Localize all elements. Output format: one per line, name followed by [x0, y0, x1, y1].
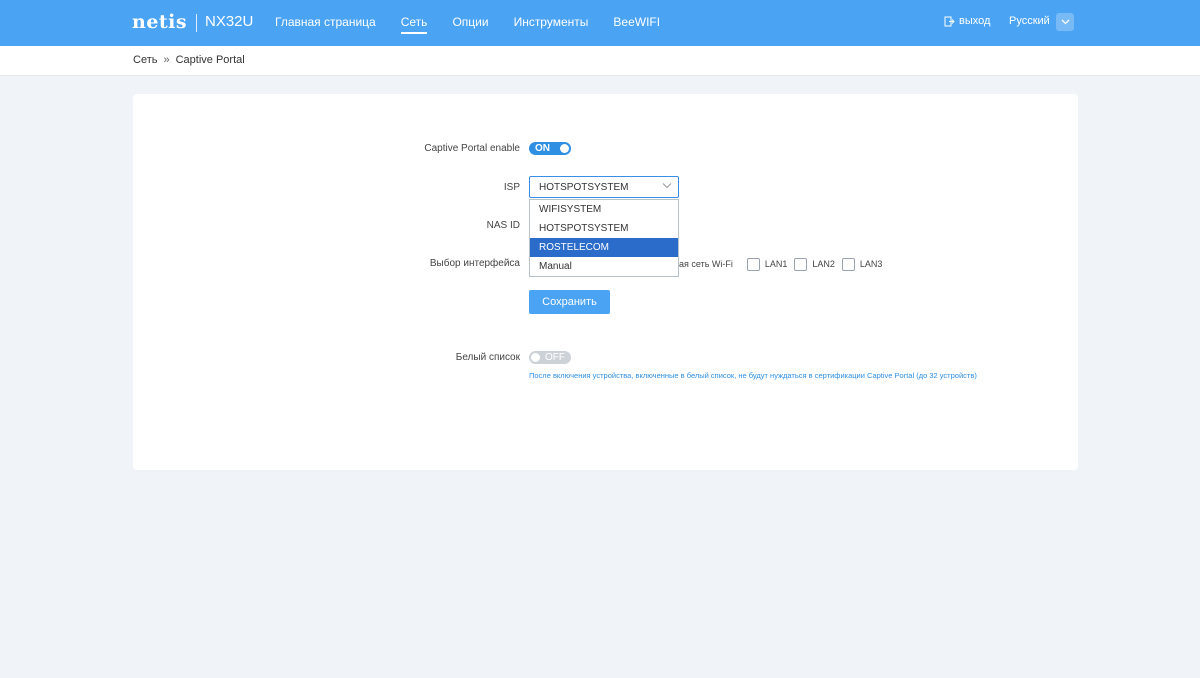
- save-button[interactable]: Сохранить: [529, 290, 610, 314]
- captive-portal-toggle[interactable]: ON: [529, 142, 571, 155]
- interface-wifi-text[interactable]: ая сеть Wi-Fi: [679, 259, 733, 269]
- nav-options[interactable]: Опции: [452, 0, 488, 46]
- brand-logo: netis: [132, 11, 188, 33]
- logout-icon: [944, 16, 955, 26]
- model-name: NX32U: [205, 13, 254, 30]
- nas-id-label: NAS ID: [486, 220, 520, 231]
- nav-home[interactable]: Главная страница: [275, 0, 376, 46]
- nav-tools[interactable]: Инструменты: [514, 0, 589, 46]
- chevron-down-icon: [1061, 19, 1069, 25]
- isp-selected-value: HOTSPOTSYSTEM: [539, 182, 629, 193]
- lan3-checkbox[interactable]: [841, 257, 855, 271]
- lan2-label: LAN2: [812, 259, 835, 269]
- interface-lan3[interactable]: LAN3: [841, 257, 883, 271]
- captive-portal-label: Captive Portal enable: [424, 143, 520, 154]
- toggle-knob: [560, 144, 569, 153]
- breadcrumb-current: Captive Portal: [175, 54, 245, 66]
- breadcrumb: Сеть » Captive Portal: [133, 54, 245, 66]
- isp-label: ISP: [503, 182, 520, 193]
- main-nav: Главная страница Сеть Опции Инструменты …: [275, 0, 685, 46]
- interface-label: Выбор интерфейса: [429, 258, 520, 269]
- isp-dropdown-list: WIFISYSTEM HOTSPOTSYSTEM ROSTELECOM Manu…: [529, 199, 679, 277]
- isp-option-manual[interactable]: Manual: [530, 257, 678, 276]
- top-navbar: netis NX32U Главная страница Сеть Опции …: [0, 0, 1200, 46]
- nav-network[interactable]: Сеть: [400, 0, 427, 46]
- breadcrumb-root[interactable]: Сеть: [133, 54, 157, 66]
- lan1-checkbox[interactable]: [746, 257, 760, 271]
- settings-card: Captive Portal enable ON ISP HOTSPOTSYST…: [133, 94, 1078, 470]
- breadcrumb-separator: »: [163, 54, 170, 66]
- language-dropdown-button[interactable]: [1056, 13, 1074, 31]
- captive-portal-toggle-text: ON: [535, 143, 550, 154]
- lan2-checkbox[interactable]: [794, 257, 808, 271]
- interface-lan2[interactable]: LAN2: [794, 257, 835, 271]
- breadcrumb-bar: Сеть » Captive Portal: [0, 46, 1200, 76]
- toggle-knob: [531, 353, 540, 362]
- whitelist-toggle-text: OFF: [545, 352, 565, 363]
- whitelist-label: Белый список: [455, 352, 520, 363]
- isp-select[interactable]: HOTSPOTSYSTEM: [529, 176, 679, 198]
- logout-link[interactable]: выход: [944, 15, 990, 27]
- lan1-label: LAN1: [764, 259, 788, 269]
- whitelist-note: После включения устройства, включенные в…: [529, 371, 977, 380]
- lan3-label: LAN3: [859, 259, 883, 269]
- isp-option-hotspotsystem[interactable]: HOTSPOTSYSTEM: [530, 219, 678, 238]
- nav-beewifi[interactable]: BeeWIFI: [613, 0, 660, 46]
- isp-option-rostelecom[interactable]: ROSTELECOM: [530, 238, 678, 257]
- isp-option-wifisystem[interactable]: WIFISYSTEM: [530, 200, 678, 219]
- interface-options: ая сеть Wi-Fi LAN1 LAN2 LAN3: [679, 257, 889, 271]
- interface-lan1[interactable]: LAN1: [746, 257, 788, 271]
- logout-label: выход: [959, 15, 991, 27]
- chevron-down-icon: [662, 183, 672, 189]
- brand-divider: [196, 14, 197, 32]
- language-label[interactable]: Русский: [1009, 15, 1050, 27]
- whitelist-toggle[interactable]: OFF: [529, 351, 571, 364]
